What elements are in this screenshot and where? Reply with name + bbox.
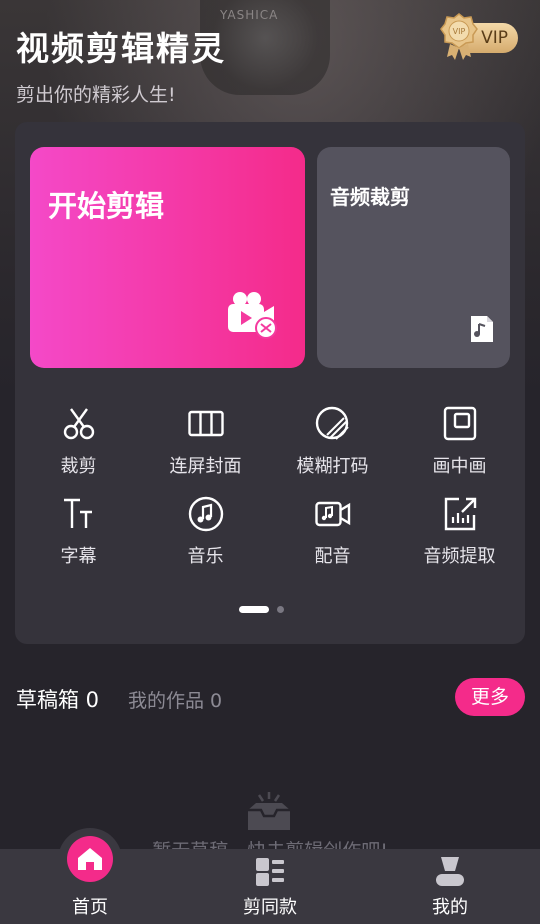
app-title: 视频剪辑精灵: [16, 29, 226, 68]
text-subtitle-icon: [64, 498, 92, 528]
more-button[interactable]: 更多: [455, 678, 525, 716]
video-dub-icon: [315, 501, 351, 527]
audio-extract-icon: [444, 497, 477, 531]
vip-medal-icon: VIP: [440, 13, 478, 60]
tool-label: 模糊打码: [296, 456, 369, 477]
nav-mine[interactable]: 我的: [360, 849, 540, 924]
tab-my-works[interactable]: 我的作品 0: [128, 686, 222, 713]
empty-tray-icon: [248, 792, 290, 830]
video-camera-scissors-icon: [228, 292, 277, 339]
picture-in-picture-icon: [443, 406, 477, 441]
nav-home-label: 首页: [72, 897, 108, 918]
tool-multi-screen-cover[interactable]: 连屏封面: [142, 406, 269, 486]
vip-button[interactable]: VIP VIP: [440, 13, 520, 60]
tool-label: 裁剪: [60, 456, 97, 477]
audio-trim-label: 音频裁剪: [330, 185, 410, 209]
start-editing-label: 开始剪辑: [48, 189, 165, 223]
camera-brand-text: YASHICA: [220, 8, 279, 22]
tab-drafts[interactable]: 草稿箱 0: [16, 684, 99, 714]
vip-medal-text: VIP: [453, 27, 466, 36]
tool-label: 配音: [314, 546, 351, 567]
start-editing-card[interactable]: 开始剪辑: [30, 147, 305, 368]
user-profile-icon: [436, 857, 464, 886]
app-subtitle: 剪出你的精彩人生!: [16, 84, 176, 106]
nav-template-label: 剪同款: [243, 897, 297, 918]
home-icon-circle[interactable]: [67, 836, 113, 882]
tool-picture-in-picture[interactable]: 画中画: [396, 406, 523, 486]
nav-template[interactable]: 剪同款: [180, 849, 360, 924]
tool-subtitle[interactable]: 字幕: [15, 496, 142, 576]
page-dot-active: [239, 606, 269, 613]
blur-circle-icon: [315, 406, 349, 440]
music-file-icon: [471, 316, 493, 342]
scissors-icon: [63, 408, 95, 440]
tool-label: 画中画: [432, 456, 487, 477]
tool-label: 音乐: [187, 546, 224, 567]
tool-audio-extract[interactable]: 音频提取: [396, 496, 523, 576]
tool-blur-mosaic[interactable]: 模糊打码: [269, 406, 396, 486]
tool-crop[interactable]: 裁剪: [15, 406, 142, 486]
template-list-icon: [256, 858, 284, 886]
nav-mine-label: 我的: [432, 897, 468, 918]
home-icon: [78, 848, 102, 870]
audio-trim-card[interactable]: 音频裁剪: [317, 147, 510, 368]
tool-label: 连屏封面: [169, 456, 242, 477]
music-note-icon: [188, 496, 224, 532]
tool-dubbing[interactable]: 配音: [269, 496, 396, 576]
tool-label: 字幕: [60, 546, 97, 567]
grid-columns-icon: [188, 410, 224, 437]
page-dot: [277, 606, 284, 613]
tool-label: 音频提取: [423, 546, 496, 567]
tool-music[interactable]: 音乐: [142, 496, 269, 576]
